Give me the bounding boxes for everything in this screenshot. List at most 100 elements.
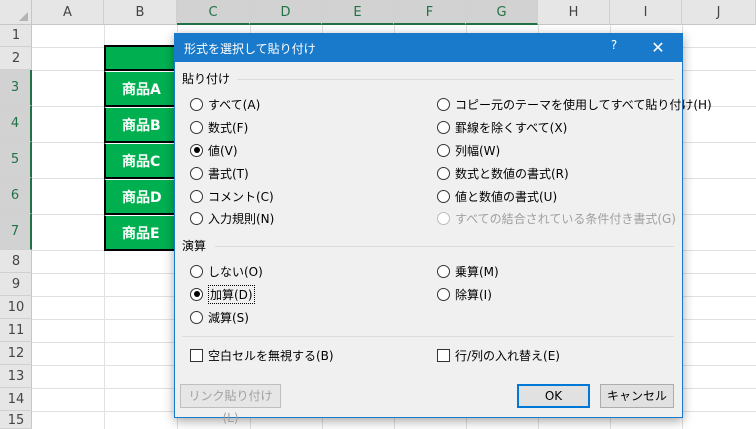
- operation-option-label: 減算(S): [208, 310, 249, 325]
- operation-option-divide[interactable]: 除算(I): [437, 285, 492, 303]
- operation-option-none[interactable]: しない(O): [190, 262, 263, 280]
- product-cell-e[interactable]: 商品E: [104, 215, 179, 251]
- product-cell-d[interactable]: 商品D: [104, 179, 179, 215]
- paste-option-merge-conditional-formats: すべての結合されている条件付き書式(G): [437, 209, 676, 227]
- operation-option-multiply[interactable]: 乗算(M): [437, 262, 499, 280]
- radio-icon[interactable]: [437, 120, 450, 134]
- paste-option-label: 数式(F): [208, 120, 249, 135]
- paste-option-label: 値と数値の書式(U): [455, 189, 558, 204]
- radio-icon[interactable]: [190, 211, 203, 225]
- dialog-titlebar[interactable]: 形式を選択して貼り付け ? ✕: [175, 34, 682, 62]
- operation-option-subtract[interactable]: 減算(S): [190, 308, 249, 326]
- select-all-corner[interactable]: [0, 0, 32, 25]
- radio-selected-icon[interactable]: [190, 143, 203, 157]
- column-header-e[interactable]: E: [322, 0, 394, 25]
- skip-blanks-checkbox[interactable]: 空白セルを無視する(B): [190, 346, 334, 364]
- column-header-h[interactable]: H: [538, 0, 610, 25]
- row-header-12[interactable]: 12: [0, 342, 32, 365]
- row-header-4[interactable]: 4: [0, 106, 32, 142]
- row-headers: 1 2 3 4 5 6 7 8 9 10 11 12 13 14 15: [0, 25, 32, 429]
- product-cell-c[interactable]: 商品C: [104, 143, 179, 179]
- paste-option-label: すべて(A): [208, 97, 261, 112]
- transpose-label: 行/列の入れ替え(E): [455, 348, 560, 363]
- row-header-5[interactable]: 5: [0, 142, 32, 178]
- row-header-3[interactable]: 3: [0, 70, 32, 106]
- row-header-6[interactable]: 6: [0, 178, 32, 214]
- radio-icon[interactable]: [437, 264, 450, 278]
- column-header-g[interactable]: G: [466, 0, 538, 25]
- radio-icon[interactable]: [190, 120, 203, 134]
- ok-button[interactable]: OK: [517, 384, 590, 408]
- options-divider: [182, 336, 674, 337]
- checkbox-icon[interactable]: [190, 348, 203, 362]
- transpose-checkbox[interactable]: 行/列の入れ替え(E): [437, 346, 560, 364]
- row-header-8[interactable]: 8: [0, 250, 32, 273]
- skip-blanks-label: 空白セルを無視する(B): [208, 348, 334, 363]
- paste-option-label: コメント(C): [208, 189, 274, 204]
- paste-option-label: 値(V): [208, 143, 238, 158]
- paste-option-label: 数式と数値の書式(R): [455, 166, 569, 181]
- radio-icon[interactable]: [190, 166, 203, 180]
- row-header-2[interactable]: 2: [0, 47, 32, 70]
- paste-link-button: リンク貼り付け(L): [180, 384, 281, 425]
- row-header-1[interactable]: 1: [0, 25, 32, 47]
- paste-option-all-except-borders[interactable]: 罫線を除くすべて(X): [437, 118, 567, 136]
- operation-option-label: 加算(D): [208, 284, 255, 304]
- row-header-11[interactable]: 11: [0, 319, 32, 342]
- operation-group-label: 演算: [182, 239, 207, 253]
- paste-option-label: 罫線を除くすべて(X): [455, 120, 568, 135]
- row-header-10[interactable]: 10: [0, 296, 32, 319]
- dialog-title: 形式を選択して貼り付け: [184, 42, 316, 56]
- radio-icon[interactable]: [437, 97, 450, 111]
- paste-group-label: 貼り付け: [182, 72, 231, 86]
- paste-option-label: すべての結合されている条件付き書式(G): [455, 211, 676, 226]
- operation-group-divider: [215, 246, 674, 247]
- row-header-15[interactable]: 15: [0, 411, 32, 429]
- row-header-13[interactable]: 13: [0, 365, 32, 388]
- paste-option-values-and-number-formats[interactable]: 値と数値の書式(U): [437, 187, 557, 205]
- column-header-d[interactable]: D: [250, 0, 322, 25]
- paste-special-dialog: 形式を選択して貼り付け ? ✕ 貼り付け すべて(A) 数式(F) 値(V) 書…: [174, 33, 712, 425]
- paste-option-all-using-theme[interactable]: コピー元のテーマを使用してすべて貼り付け(H): [437, 95, 712, 113]
- help-icon[interactable]: ?: [605, 38, 623, 56]
- cancel-button[interactable]: キャンセル: [600, 384, 674, 408]
- radio-icon[interactable]: [437, 189, 450, 203]
- row-header-9[interactable]: 9: [0, 273, 32, 296]
- column-header-a[interactable]: A: [32, 0, 104, 25]
- product-cell-a[interactable]: 商品A: [104, 71, 179, 107]
- radio-icon[interactable]: [437, 166, 450, 180]
- paste-option-values[interactable]: 値(V): [190, 141, 238, 159]
- paste-option-label: 書式(T): [208, 166, 249, 181]
- column-header-c[interactable]: C: [177, 0, 250, 25]
- paste-option-label: 列幅(W): [455, 143, 501, 158]
- radio-icon[interactable]: [190, 310, 203, 324]
- column-header-b[interactable]: B: [104, 0, 177, 25]
- paste-option-comments[interactable]: コメント(C): [190, 187, 274, 205]
- row-header-7[interactable]: 7: [0, 214, 32, 250]
- paste-option-column-widths[interactable]: 列幅(W): [437, 141, 500, 159]
- paste-option-validation[interactable]: 入力規則(N): [190, 209, 274, 227]
- table-header-cell[interactable]: [104, 45, 179, 71]
- paste-option-label: 入力規則(N): [208, 211, 275, 226]
- paste-option-formulas-and-number-formats[interactable]: 数式と数値の書式(R): [437, 164, 569, 182]
- paste-option-formats[interactable]: 書式(T): [190, 164, 249, 182]
- column-header-i[interactable]: I: [610, 0, 682, 25]
- radio-selected-icon[interactable]: [190, 287, 203, 301]
- radio-icon[interactable]: [190, 189, 203, 203]
- column-header-j[interactable]: J: [682, 0, 756, 25]
- checkbox-icon[interactable]: [437, 348, 450, 362]
- radio-icon: [437, 211, 450, 225]
- paste-option-formulas[interactable]: 数式(F): [190, 118, 248, 136]
- close-icon[interactable]: ✕: [647, 37, 669, 59]
- column-header-f[interactable]: F: [394, 0, 466, 25]
- paste-option-label: コピー元のテーマを使用してすべて貼り付け(H): [455, 97, 712, 112]
- radio-icon[interactable]: [437, 287, 450, 301]
- row-header-14[interactable]: 14: [0, 388, 32, 411]
- radio-icon[interactable]: [437, 143, 450, 157]
- product-cell-b[interactable]: 商品B: [104, 107, 179, 143]
- radio-icon[interactable]: [190, 264, 203, 278]
- radio-icon[interactable]: [190, 97, 203, 111]
- paste-option-all[interactable]: すべて(A): [190, 95, 260, 113]
- operation-option-add[interactable]: 加算(D): [190, 284, 255, 304]
- operation-option-label: 乗算(M): [455, 264, 499, 279]
